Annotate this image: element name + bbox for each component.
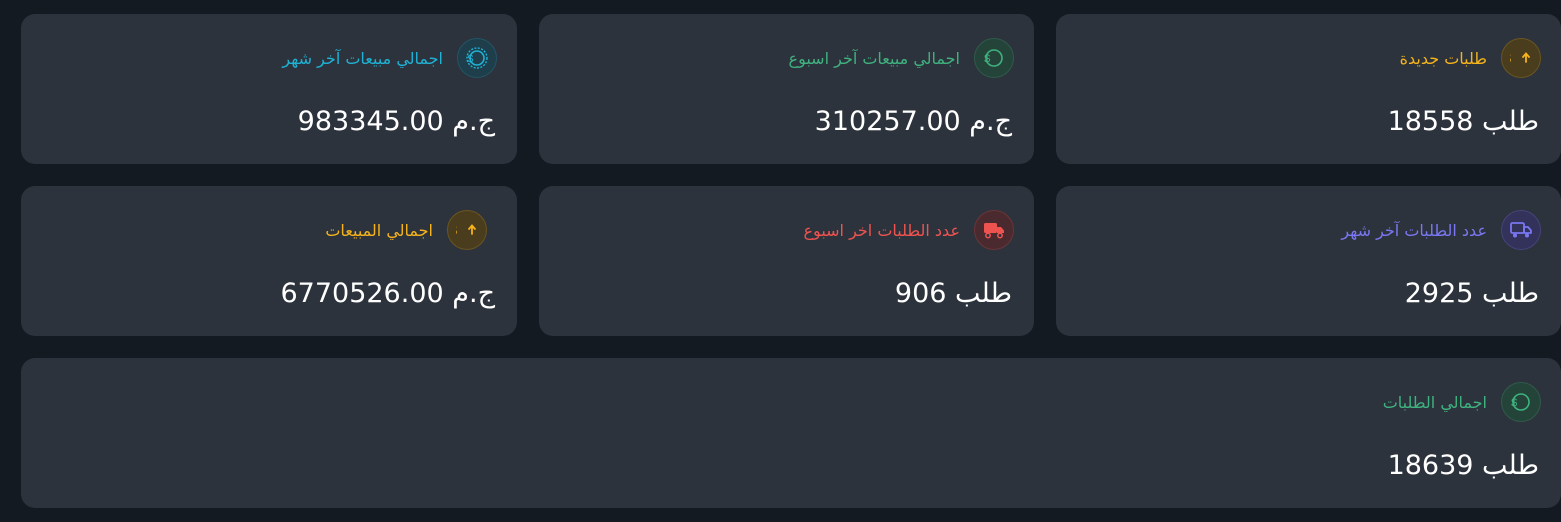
card-label: اجمالي مبيعات آخر شهر [282, 48, 443, 68]
card-label: اجمالي الطلبات [1382, 392, 1487, 412]
card-total-orders: $ اجمالي الطلبات 18639 طلب [21, 358, 1561, 508]
card-header: $ اجمالي مبيعات آخر شهر [282, 36, 497, 80]
card-label: اجمالي المبيعات [325, 220, 433, 240]
svg-text:$: $ [456, 222, 458, 239]
coin-badge-icon: $ [457, 38, 497, 78]
dollar-up-icon: $ [1501, 38, 1541, 78]
svg-text:$: $ [1510, 50, 1512, 67]
truck-icon [1501, 210, 1541, 250]
card-month-orders: عدد الطلبات آخر شهر 2925 طلب [1056, 186, 1561, 336]
svg-text:$: $ [1511, 397, 1517, 409]
card-header: $ اجمالي المبيعات [325, 208, 487, 252]
card-value: 2925 طلب [1404, 278, 1539, 309]
card-header: $ اجمالي مبيعات آخر اسبوع [789, 36, 1014, 80]
card-value: 906 طلب [894, 278, 1012, 309]
card-label: اجمالي مبيعات آخر اسبوع [788, 48, 960, 68]
card-value: 18558 طلب [1387, 106, 1539, 137]
card-value: 983345.00 ج.م [297, 106, 495, 137]
card-header: عدد الطلبات آخر شهر [1341, 208, 1541, 252]
card-label: طلبات جديدة [1399, 48, 1487, 68]
truck-icon [974, 210, 1014, 250]
coin-icon: $ [974, 38, 1014, 78]
card-value: 6770526.00 ج.م [280, 278, 495, 309]
coin-icon: $ [1501, 382, 1541, 422]
card-total-sales: $ اجمالي المبيعات 6770526.00 ج.م [21, 186, 517, 336]
card-header: $ اجمالي الطلبات [1383, 380, 1541, 424]
card-week-orders: عدد الطلبات اخر اسبوع 906 طلب [539, 186, 1034, 336]
card-label: عدد الطلبات آخر شهر [1341, 220, 1487, 240]
card-label: عدد الطلبات اخر اسبوع [803, 220, 961, 240]
stats-grid: $ طلبات جديدة 18558 طلب $ اجمالي مبيعات … [0, 0, 1561, 522]
card-header: $ طلبات جديدة [1400, 36, 1541, 80]
dollar-up-icon: $ [447, 210, 487, 250]
svg-text:$: $ [468, 53, 474, 65]
card-header: عدد الطلبات اخر اسبوع [803, 208, 1014, 252]
svg-text:$: $ [984, 53, 990, 65]
card-value: 18639 طلب [1387, 450, 1539, 481]
card-month-sales: $ اجمالي مبيعات آخر شهر 983345.00 ج.م [21, 14, 517, 164]
card-new-orders: $ طلبات جديدة 18558 طلب [1056, 14, 1561, 164]
card-week-sales: $ اجمالي مبيعات آخر اسبوع 310257.00 ج.م [539, 14, 1034, 164]
card-value: 310257.00 ج.م [814, 106, 1012, 137]
